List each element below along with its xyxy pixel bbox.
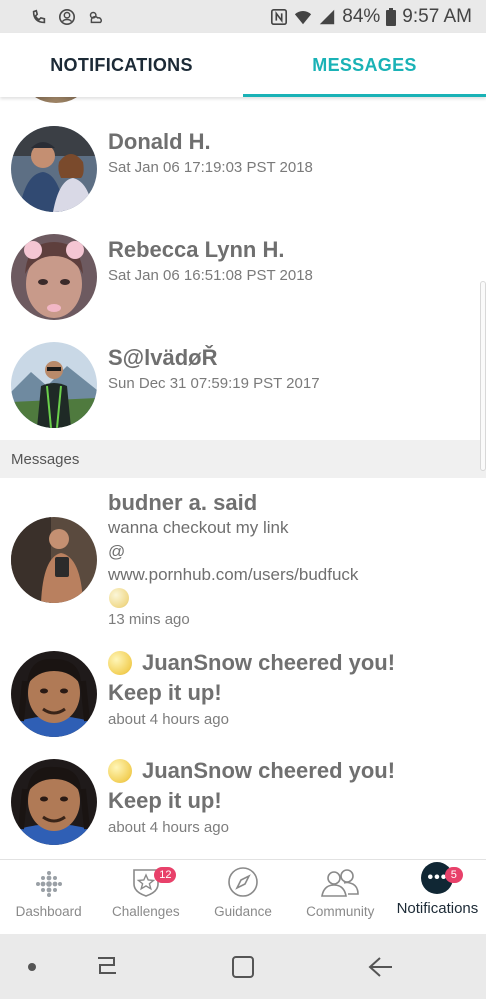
nav-label: Notifications [396,900,479,917]
nav-label: Community [306,904,375,919]
avatar[interactable] [11,517,97,603]
message-title: budner a. said [108,490,258,515]
sender-name: Donald H. [108,129,211,154]
back-icon[interactable] [366,954,394,980]
battery-percent: 84% [342,5,381,27]
nav-label: Challenges [112,904,180,919]
sender-name: S@lvädøŘ [108,345,218,370]
bottom-navigation: Dashboard 12 Challenges Guidance Communi… [0,859,486,934]
message-time: about 4 hours ago [108,819,229,836]
signal-icon [320,9,335,24]
avatar[interactable] [11,234,97,320]
timestamp: Sat Jan 06 17:19:03 PST 2018 [108,159,313,176]
message-time: 13 mins ago [108,611,190,628]
list-item[interactable]: S@lvädøŘ Sun Dec 31 07:59:19 PST 2017 [0,313,486,440]
avatar[interactable] [11,342,97,428]
nav-challenges[interactable]: 12 Challenges [97,860,194,934]
clock: 9:57 AM [402,5,472,27]
list-item[interactable]: Donald H. Sat Jan 06 17:19:03 PST 2018 [0,97,486,212]
section-title: Messages [11,450,80,468]
nfc-icon [271,8,288,25]
people-icon [321,869,360,897]
message-text-line: www.pornhub.com/users/budfuck [108,565,359,584]
nav-dashboard[interactable]: Dashboard [0,860,97,934]
wifi-icon [295,10,312,24]
nav-guidance[interactable]: Guidance [194,860,291,934]
weather-icon [89,11,102,23]
message-text-line: wanna checkout my link [108,518,289,537]
section-header: Messages [0,440,486,478]
tab-messages[interactable]: MESSAGES [243,33,486,97]
recent-apps-icon[interactable] [94,954,120,980]
nav-community[interactable]: Community [292,860,389,934]
message-title: JuanSnow cheered you! [142,758,396,783]
challenges-badge: 12 [154,867,177,883]
battery-icon [386,7,397,26]
avatar[interactable] [11,651,97,737]
wifi-call-icon [32,9,46,23]
message-subtitle: Keep it up! [108,680,222,705]
message-item[interactable]: JuanSnow cheered you! Keep it up! about … [0,634,486,742]
sender-name: Rebecca Lynn H. [108,237,285,262]
home-icon[interactable] [230,954,256,980]
status-right: 84% 9:57 AM [270,6,472,28]
status-left-icons [30,8,104,26]
avatar[interactable] [11,126,97,212]
message-text-line: @ [108,542,126,561]
status-bar: 84% 9:57 AM [0,0,486,33]
nav-label: Guidance [214,904,272,919]
message-time: about 4 hours ago [108,711,229,728]
smile-emoji-icon [109,588,129,608]
dot-icon[interactable] [26,961,38,973]
grin-emoji-icon [108,759,132,783]
scrollbar[interactable] [480,281,486,471]
tab-notifications[interactable]: NOTIFICATIONS [0,33,243,97]
message-item[interactable]: JuanSnow cheered you! Keep it up! about … [0,742,486,859]
message-subtitle: Keep it up! [108,788,222,813]
timestamp: Sun Dec 31 07:59:19 PST 2017 [108,375,320,392]
account-circle-icon [58,8,76,25]
notification-list[interactable]: Donald H. Sat Jan 06 17:19:03 PST 2018 R… [0,97,486,859]
system-navigation-bar [0,934,486,999]
list-item[interactable]: Rebecca Lynn H. Sat Jan 06 16:51:08 PST … [0,205,486,320]
nav-notifications[interactable]: 5 ••• Notifications [389,860,486,934]
notifications-badge: 5 [444,867,463,883]
message-item[interactable]: budner a. said wanna checkout my link @ … [0,478,486,634]
grin-emoji-icon [108,651,132,675]
nav-label: Dashboard [15,904,82,919]
avatar[interactable] [11,759,97,845]
tab-bar: NOTIFICATIONS MESSAGES [0,33,486,97]
message-title: JuanSnow cheered you! [142,650,396,675]
compass-icon [228,867,258,897]
timestamp: Sat Jan 06 16:51:08 PST 2018 [108,267,313,284]
dots-grid-icon [35,871,62,897]
